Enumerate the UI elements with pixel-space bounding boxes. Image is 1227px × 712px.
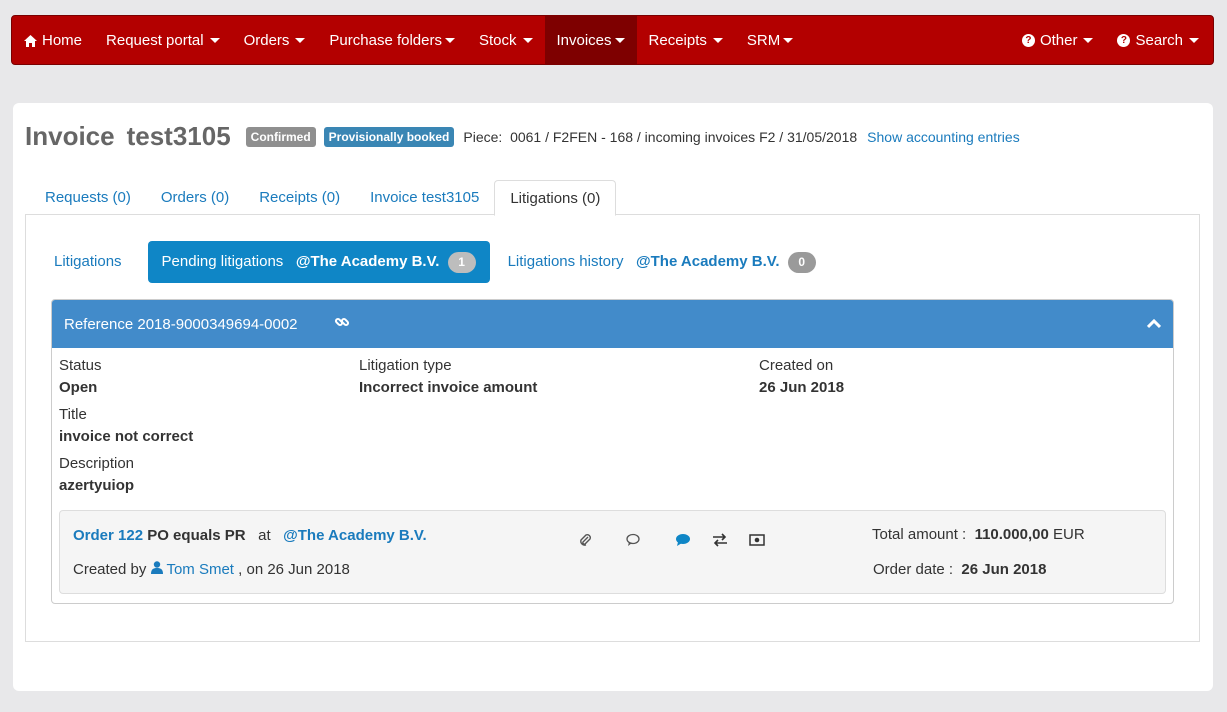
order-company-link[interactable]: @The Academy B.V. [283, 527, 427, 544]
created-date: , on 26 Jun 2018 [238, 561, 350, 578]
litigation-reference: Reference 2018-9000349694-0002 [64, 315, 298, 333]
title-value: invoice not correct [59, 428, 194, 445]
status-label: Status [59, 357, 102, 374]
main-navbar: Home Request portal Orders Purchase fold… [11, 15, 1214, 65]
pill-pending-litigations[interactable]: Pending litigations @The Academy B.V. 1 [147, 241, 490, 283]
history-count-badge: 0 [787, 251, 816, 273]
nav-label: Invoices [556, 31, 612, 49]
description-value: azertyuiop [59, 477, 135, 494]
order-date: Order date : 26 Jun 2018 [873, 561, 1046, 578]
nav-label: Request portal [106, 31, 204, 49]
creator-link[interactable]: Tom Smet [166, 561, 234, 578]
tab-receipts[interactable]: Receipts (0) [244, 180, 355, 215]
order-name: PO equals PR [147, 527, 246, 544]
caret-down-icon [614, 37, 625, 43]
nav-orders[interactable]: Orders [232, 16, 318, 64]
created-by-label: Created by [73, 561, 147, 578]
home-icon [24, 34, 37, 47]
order-title-line: Order 122 PO equals PR at @The Academy B… [73, 527, 427, 544]
order-date-label: Order date : [873, 561, 954, 578]
caret-down-icon [444, 37, 455, 43]
tab-orders[interactable]: Orders (0) [146, 180, 244, 215]
pill-litigations-history[interactable]: Litigations history @The Academy B.V. 0 [494, 241, 830, 283]
order-at: at [258, 527, 271, 544]
nav-home[interactable]: Home [12, 16, 94, 64]
caret-down-icon [1083, 37, 1094, 43]
created-on-value: 26 Jun 2018 [759, 379, 845, 396]
caret-down-icon [209, 37, 220, 43]
tab-invoice[interactable]: Invoice test3105 [355, 180, 494, 215]
description-label: Description [59, 455, 135, 472]
created-on-label: Created on [759, 357, 834, 374]
paperclip-icon[interactable] [575, 531, 595, 549]
pill-company: @The Academy B.V. [295, 253, 440, 270]
litigation-type-value: Incorrect invoice amount [359, 379, 538, 396]
question-circle-icon: ? [1117, 33, 1131, 47]
litigation-pills: Litigations Pending litigations @The Aca… [40, 241, 830, 283]
nav-label: Other [1039, 31, 1078, 49]
tab-litigations[interactable]: Litigations (0) [494, 180, 617, 216]
title-label: Title [59, 406, 87, 423]
piece-info: Piece: 0061 / F2FEN - 168 / incoming inv… [463, 128, 858, 145]
pending-count-badge: 1 [447, 251, 476, 273]
caret-down-icon [783, 37, 794, 43]
nav-purchase-folders[interactable]: Purchase folders [317, 16, 467, 64]
link-icon[interactable] [334, 314, 350, 334]
order-action-icons [575, 531, 784, 549]
caret-down-icon [712, 37, 723, 43]
comments-icon[interactable] [624, 531, 644, 549]
collapse-chevron-up-icon[interactable] [1146, 316, 1162, 333]
page-title: Invoice test3105 [25, 121, 231, 152]
nav-label: Search [1135, 31, 1183, 49]
exchange-icon[interactable] [710, 531, 730, 549]
order-link[interactable]: Order 122 [73, 527, 143, 544]
order-created-line: Created by Tom Smet , on 26 Jun 2018 [73, 561, 350, 578]
nav-receipts[interactable]: Receipts [637, 16, 735, 64]
litigation-card: Reference 2018-9000349694-0002 Status Op… [51, 299, 1174, 604]
pill-litigations[interactable]: Litigations [40, 241, 136, 283]
comment-icon[interactable] [673, 531, 693, 549]
nav-other[interactable]: ? Other [1010, 16, 1106, 64]
caret-down-icon [522, 37, 533, 43]
nav-search[interactable]: ? Search [1105, 16, 1213, 64]
nav-request-portal[interactable]: Request portal [94, 16, 232, 64]
pill-label: Litigations history [507, 253, 624, 270]
status-badge-booked: Provisionally booked [323, 126, 455, 147]
tab-bar: Requests (0) Orders (0) Receipts (0) Inv… [25, 180, 1200, 216]
order-date-value: 26 Jun 2018 [961, 561, 1047, 578]
total-amount: Total amount : 110.000,00 EUR [872, 526, 1085, 543]
invoice-header: Invoice test3105 Confirmed Provisionally … [25, 121, 1020, 152]
caret-down-icon [1189, 37, 1199, 43]
nav-stock[interactable]: Stock [467, 16, 545, 64]
invoice-panel: Invoice test3105 Confirmed Provisionally … [13, 103, 1213, 691]
nav-label: Purchase folders [329, 31, 442, 49]
litigation-type-label: Litigation type [359, 357, 452, 374]
nav-label: SRM [746, 31, 781, 49]
currency: EUR [1052, 526, 1085, 543]
litigation-header[interactable]: Reference 2018-9000349694-0002 [52, 300, 1173, 348]
pill-company: @The Academy B.V. [636, 253, 780, 270]
nav-label: Receipts [648, 31, 707, 49]
pill-label: Pending litigations [161, 253, 284, 270]
title-word: Invoice [25, 121, 115, 151]
nav-srm[interactable]: SRM [735, 16, 805, 64]
money-icon[interactable] [747, 531, 767, 549]
nav-label: Orders [243, 31, 290, 49]
status-value: Open [59, 379, 98, 396]
total-amount-value: 110.000,00 [974, 526, 1049, 543]
nav-label: Stock [478, 31, 517, 49]
nav-home-label: Home [42, 31, 83, 49]
litigations-tab-content: Litigations Pending litigations @The Aca… [25, 214, 1200, 642]
total-amount-label: Total amount : [872, 526, 967, 543]
nav-invoices[interactable]: Invoices [544, 16, 637, 64]
show-accounting-link[interactable]: Show accounting entries [867, 129, 1020, 145]
caret-down-icon [295, 37, 306, 43]
question-circle-icon: ? [1021, 33, 1035, 47]
user-icon [150, 561, 167, 578]
order-summary: Order 122 PO equals PR at @The Academy B… [59, 510, 1166, 594]
invoice-id: test3105 [126, 121, 231, 151]
status-badge-confirmed: Confirmed [245, 126, 316, 147]
tab-requests[interactable]: Requests (0) [30, 180, 146, 215]
